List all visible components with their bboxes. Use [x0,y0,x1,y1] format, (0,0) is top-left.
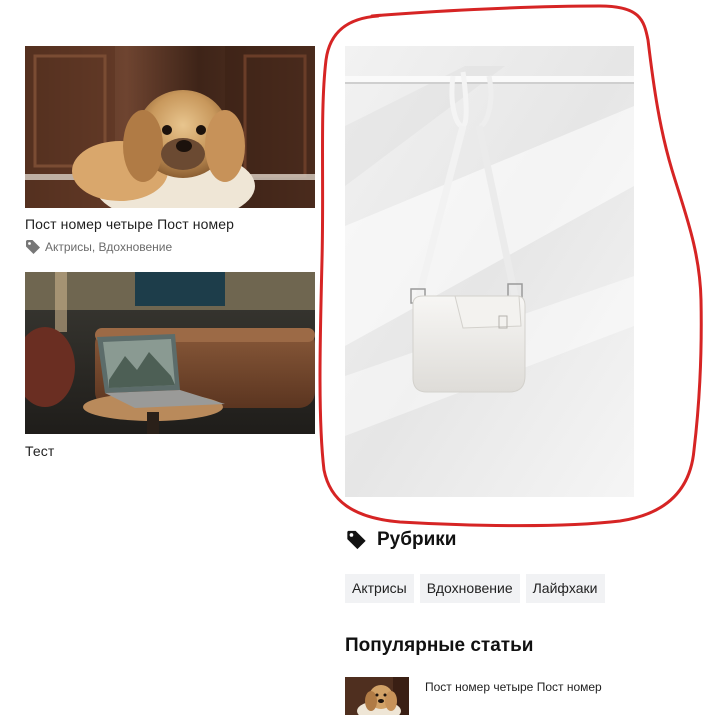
category-tag-inspiration[interactable]: Вдохновение [419,574,520,603]
post-categories: Актрисы, Вдохновение [25,239,172,255]
sidebar-banner[interactable] [345,46,634,497]
tag-icon [347,530,366,550]
post-thumbnail-laptop[interactable] [25,272,315,434]
laptop-photo [25,272,315,434]
dog-photo [25,46,315,208]
popular-article-thumbnail[interactable] [345,677,409,715]
tag-icon [26,240,40,254]
post-categories-links[interactable]: Актрисы, Вдохновение [45,240,172,254]
category-tag-list: Актрисы Вдохновение Лайфхаки [345,574,605,603]
post-thumbnail-dog[interactable] [25,46,315,208]
post-title[interactable]: Тест [25,443,54,459]
categories-widget-label: Рубрики [377,529,457,550]
popular-widget-label: Популярные статьи [345,635,534,656]
category-tag-actresses[interactable]: Актрисы [345,574,414,603]
post-title[interactable]: Пост номер четыре Пост номер [25,216,234,232]
white-bag-photo [345,46,634,497]
categories-widget-title: Рубрики [345,529,456,551]
popular-widget-title: Популярные статьи [345,635,533,657]
popular-article-item[interactable]: Пост номер четыре Пост номер [345,677,602,715]
popular-article-title[interactable]: Пост номер четыре Пост номер [425,677,602,715]
category-tag-lifehacks[interactable]: Лайфхаки [525,574,605,603]
